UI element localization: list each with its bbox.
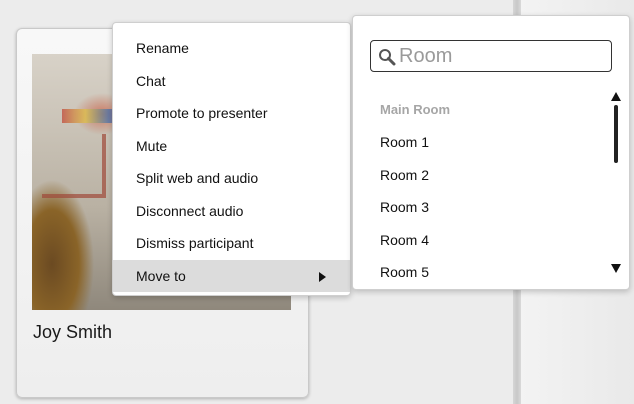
menu-item-rename[interactable]: Rename	[113, 32, 350, 65]
menu-item-label: Promote to presenter	[136, 105, 268, 121]
room-search-input[interactable]	[399, 43, 599, 69]
menu-item-label: Disconnect audio	[136, 202, 244, 219]
scrollbar-thumb[interactable]	[614, 105, 618, 163]
menu-item-move-to[interactable]: Move to	[113, 259, 350, 292]
menu-item-promote-to-presenter[interactable]: Promote to presenter	[113, 97, 350, 130]
scroll-down-icon[interactable]	[611, 264, 621, 273]
room-item[interactable]: Room 2	[380, 159, 600, 192]
menu-item-label: Dismiss participant	[136, 235, 254, 251]
scroll-up-icon[interactable]	[611, 92, 621, 101]
menu-item-label: Rename	[136, 40, 189, 56]
search-icon	[379, 49, 396, 66]
menu-item-chat[interactable]: Chat	[113, 65, 350, 98]
menu-item-label: Chat	[136, 72, 166, 89]
room-item[interactable]: Room 1	[380, 126, 600, 159]
menu-item-label: Mute	[136, 137, 168, 154]
participant-name: Joy Smith	[33, 322, 113, 342]
menu-item-dismiss-participant[interactable]: Dismiss participant	[113, 227, 350, 260]
menu-item-label: Split web and audio	[136, 170, 259, 186]
room-item[interactable]: Room 5	[380, 256, 600, 289]
chevron-right-icon	[319, 271, 326, 282]
room-search-box[interactable]	[370, 40, 612, 72]
menu-item-disconnect-audio[interactable]: Disconnect audio	[113, 195, 350, 228]
move-to-room-submenu: Main Room Room 1 Room 2 Room 3 Room 4 Ro…	[352, 15, 630, 290]
photo-background-detail	[42, 134, 106, 198]
menu-item-label: Move to	[136, 267, 186, 284]
room-item[interactable]: Room 4	[380, 224, 600, 257]
participant-context-menu: Rename Chat Promote to presenter Mute Sp…	[112, 22, 351, 296]
room-list-header: Main Room	[380, 102, 451, 117]
room-item[interactable]: Room 3	[380, 191, 600, 224]
room-list: Main Room Room 1 Room 2 Room 3 Room 4 Ro…	[380, 93, 600, 289]
menu-item-mute[interactable]: Mute	[113, 130, 350, 163]
menu-item-split-web-and-audio[interactable]: Split web and audio	[113, 162, 350, 195]
